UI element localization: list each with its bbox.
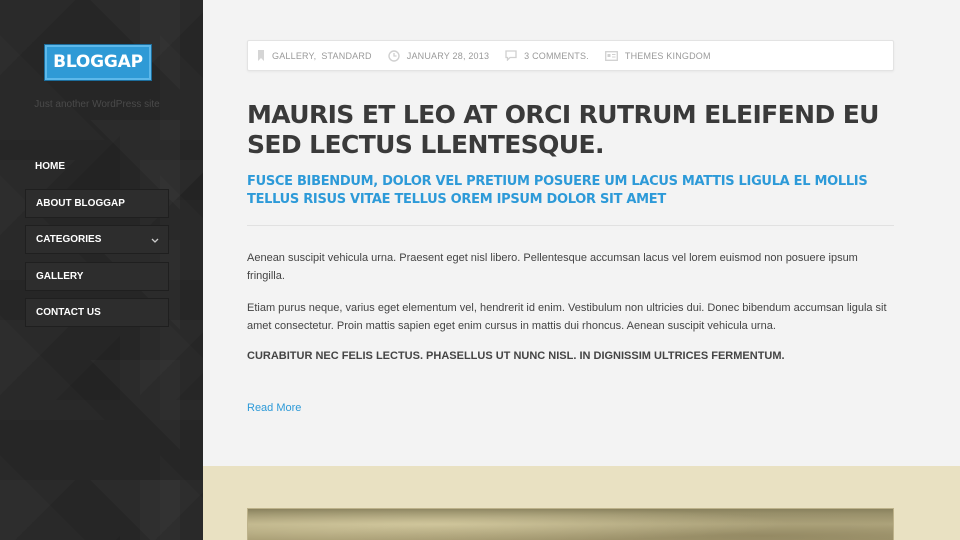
category-link-gallery[interactable]: GALLERY,	[272, 51, 316, 61]
bookmark-icon	[258, 50, 264, 61]
nav-item-label: CATEGORIES	[36, 234, 102, 245]
divider	[247, 225, 894, 226]
nav-item-home[interactable]: HOME	[25, 152, 169, 181]
category-link-standard[interactable]: STANDARD	[321, 51, 371, 61]
post-meta-bar: GALLERY, STANDARD JANUARY 28, 2013 3 COM…	[247, 40, 894, 71]
post-paragraph: Aenean suscipit vehicula urna. Praesent …	[247, 252, 858, 282]
nav-item-label: HOME	[35, 161, 65, 172]
nav-item-about[interactable]: ABOUT BLOGGAP	[25, 188, 169, 218]
nav-item-categories[interactable]: CATEGORIES	[25, 225, 169, 254]
comment-icon	[505, 50, 517, 61]
author-card-icon	[604, 50, 618, 61]
comments-link[interactable]: 3 COMMENTS.	[524, 51, 589, 61]
main-nav: HOME ABOUT BLOGGAP CATEGORIES GALLERY CO…	[25, 152, 169, 335]
post-comments: 3 COMMENTS.	[505, 50, 589, 61]
author-link[interactable]: THEMES KINGDOM	[625, 51, 711, 61]
clock-icon	[388, 49, 400, 62]
post-categories: GALLERY, STANDARD	[257, 50, 372, 61]
post-date: JANUARY 28, 2013	[388, 49, 489, 62]
post-title[interactable]: MAURIS ET LEO AT ORCI RUTRUM ELEIFEND EU…	[247, 100, 897, 160]
site-tagline: Just another WordPress site	[34, 99, 160, 110]
post-author: THEMES KINGDOM	[604, 50, 711, 61]
chevron-down-icon	[151, 226, 159, 266]
main-content: GALLERY, STANDARD JANUARY 28, 2013 3 COM…	[203, 0, 960, 466]
site-logo[interactable]: BLOGGAP	[45, 45, 151, 80]
post-paragraph-bold: CURABITUR NEC FELIS LECTUS. PHASELLUS UT…	[247, 350, 785, 362]
nav-item-label: ABOUT BLOGGAP	[36, 197, 125, 209]
sidebar: BLOGGAP Just another WordPress site HOME…	[0, 0, 203, 540]
read-more-link[interactable]: Read More	[247, 402, 301, 414]
nav-item-label: GALLERY	[36, 270, 84, 282]
post-subtitle: FUSCE BIBENDUM, DOLOR VEL PRETIUM POSUER…	[247, 174, 868, 207]
next-post-section	[203, 466, 960, 540]
nav-item-gallery[interactable]: GALLERY	[25, 261, 169, 291]
post-paragraph: Etiam purus neque, varius eget elementum…	[247, 302, 887, 332]
nav-item-label: CONTACT US	[36, 307, 101, 318]
post-featured-image[interactable]	[247, 508, 894, 540]
nav-item-contact[interactable]: CONTACT US	[25, 298, 169, 327]
post-date-link[interactable]: JANUARY 28, 2013	[407, 51, 489, 61]
